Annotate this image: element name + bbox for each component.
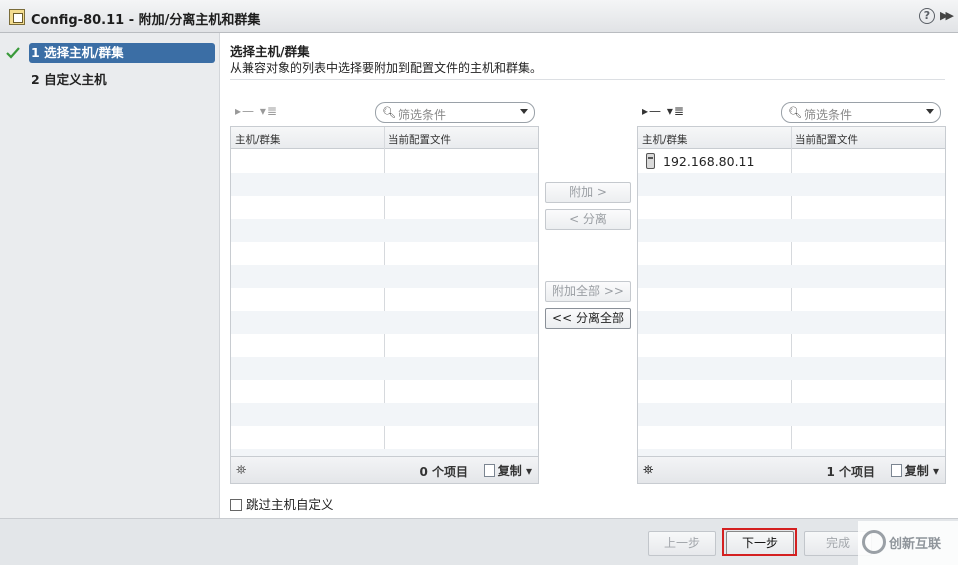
column-header-profile[interactable]: 当前配置文件 [388, 132, 451, 147]
available-hosts-list: 主机/群集 当前配置文件 ⛯ 0 个项目 复制 ▾ [230, 126, 539, 484]
host-icon [646, 153, 655, 169]
column-header-host[interactable]: 主机/群集 [642, 132, 688, 147]
column-header-profile[interactable]: 当前配置文件 [795, 132, 858, 147]
detach-all-button[interactable]: << 分离全部 [545, 308, 631, 329]
copy-button[interactable]: 复制 ▾ [483, 462, 532, 479]
list-rows [231, 150, 538, 457]
list-rows: 192.168.80.11 [638, 150, 945, 457]
item-count: 1 个项目 [826, 465, 875, 479]
divider [230, 79, 945, 80]
host-name: 192.168.80.11 [663, 154, 755, 169]
window-title: Config-80.11 - 附加/分离主机和群集 [31, 13, 261, 28]
item-count: 0 个项目 [419, 465, 468, 479]
expand-icon[interactable]: ▶▶ [940, 9, 954, 22]
list-options-icon[interactable]: ▾≣ [667, 104, 685, 118]
search-icon: 🔍︎ [788, 106, 802, 119]
right-filter-input[interactable]: 🔍︎ 筛选条件 [781, 102, 941, 123]
attach-button[interactable]: 附加 > [545, 182, 631, 203]
wizard-steps: 1 选择主机/群集 2 自定义主机 [0, 33, 220, 518]
checkbox[interactable] [230, 499, 242, 511]
left-list-toolbar: ▸— ▾≣ [235, 104, 278, 118]
watermark-logo-icon [862, 530, 886, 554]
list-options-icon[interactable]: ▾≣ [260, 104, 278, 118]
binoculars-icon[interactable]: ⛯ [236, 463, 246, 478]
step-customize-hosts[interactable]: 2 自定义主机 [29, 70, 215, 90]
host-profile-icon [9, 9, 25, 25]
page-title: 选择主机/群集 [230, 44, 310, 59]
title-bar: Config-80.11 - 附加/分离主机和群集 ? ▶▶ [0, 0, 958, 33]
back-button[interactable]: 上一步 [648, 531, 716, 556]
copy-icon [483, 464, 495, 477]
copy-icon [890, 464, 902, 477]
chevron-down-icon[interactable] [520, 109, 528, 114]
wizard-footer: 上一步 下一步 完成 [0, 518, 958, 565]
check-icon [6, 47, 20, 59]
table-row[interactable]: 192.168.80.11 [646, 152, 754, 172]
step-select-hosts[interactable]: 1 选择主机/群集 [29, 43, 215, 63]
attached-hosts-list: 主机/群集 当前配置文件 192.168.80.11 ⛯ 1 个项目 复制 ▾ [637, 126, 946, 484]
copy-button[interactable]: 复制 ▾ [890, 462, 939, 479]
search-icon: 🔍︎ [382, 106, 396, 119]
column-header-host[interactable]: 主机/群集 [235, 132, 281, 147]
list-footer: ⛯ 0 个项目 复制 ▾ [231, 456, 538, 483]
page-description: 从兼容对象的列表中选择要附加到配置文件的主机和群集。 [230, 61, 543, 75]
binoculars-icon[interactable]: ⛯ [643, 463, 653, 478]
help-icon[interactable]: ? [919, 8, 935, 24]
main-content: 选择主机/群集 从兼容对象的列表中选择要附加到配置文件的主机和群集。 ▸— ▾≣… [221, 33, 958, 518]
next-button-highlight [722, 528, 797, 556]
skip-customization-checkbox[interactable]: 跳过主机自定义 [230, 494, 334, 513]
watermark: 创新互联 [858, 521, 958, 565]
attach-all-button[interactable]: 附加全部 >> [545, 281, 631, 302]
list-footer: ⛯ 1 个项目 复制 ▾ [638, 456, 945, 483]
right-list-toolbar: ▸— ▾≣ [642, 104, 685, 118]
left-filter-input[interactable]: 🔍︎ 筛选条件 [375, 102, 535, 123]
chevron-down-icon[interactable] [926, 109, 934, 114]
collapse-icon[interactable]: ▸— [642, 104, 662, 118]
collapse-icon[interactable]: ▸— [235, 104, 255, 118]
detach-button[interactable]: < 分离 [545, 209, 631, 230]
